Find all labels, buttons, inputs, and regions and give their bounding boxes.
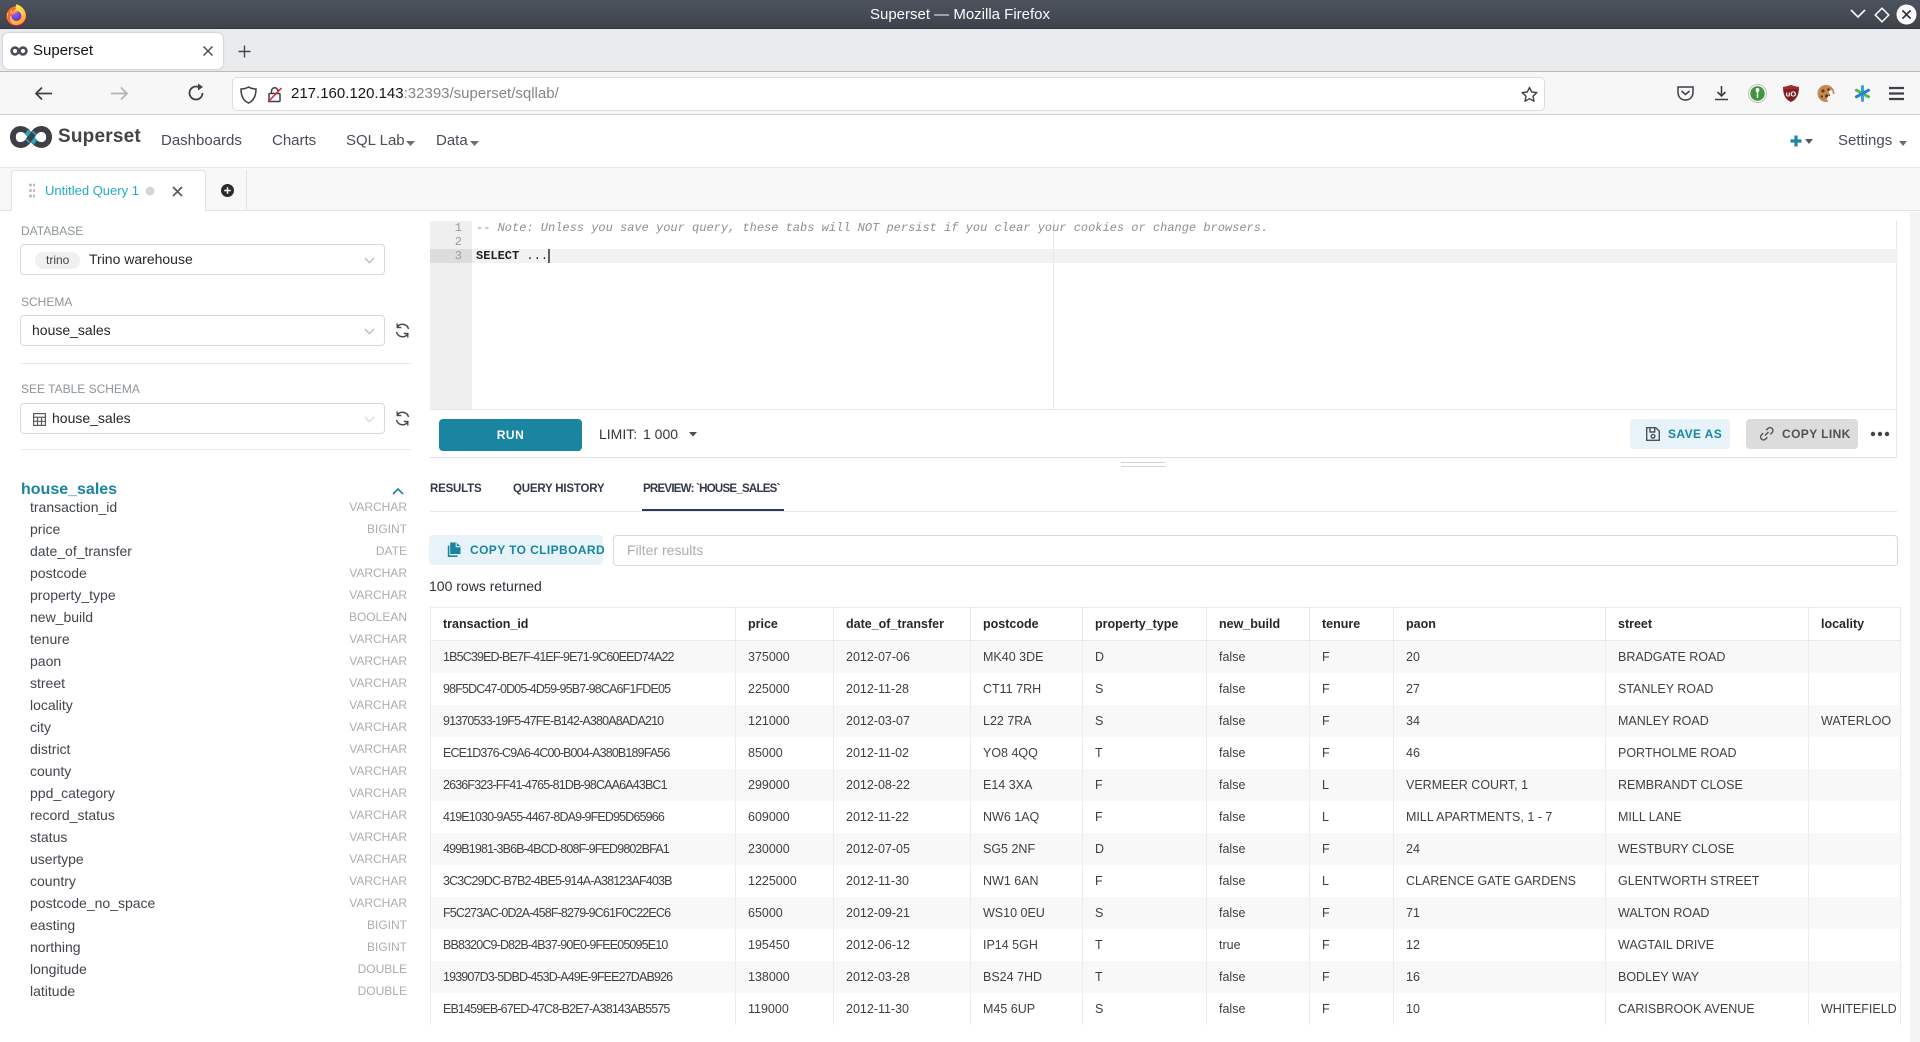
svg-text:uO: uO: [1786, 90, 1797, 99]
